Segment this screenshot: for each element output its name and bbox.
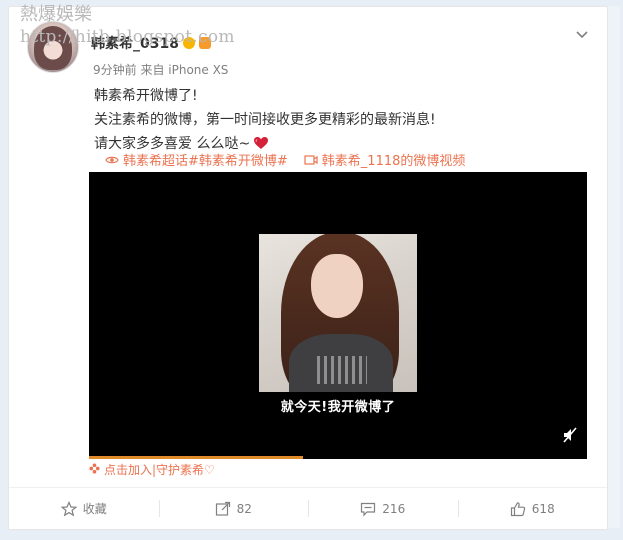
watermark-title: 熱爆娛樂 bbox=[20, 4, 92, 25]
video-poster bbox=[259, 234, 417, 392]
video-icon bbox=[304, 154, 318, 166]
like-count: 618 bbox=[531, 501, 555, 516]
comment-icon bbox=[360, 501, 376, 517]
join-text[interactable]: 点击加入|守护素希♡ bbox=[104, 461, 215, 478]
mute-icon[interactable] bbox=[562, 427, 578, 443]
comment-button[interactable]: 216 bbox=[308, 488, 458, 529]
favorite-button[interactable]: 收藏 bbox=[9, 488, 159, 529]
video-player[interactable]: 就今天!我开微博了 bbox=[89, 172, 587, 459]
post-line-2: 关注素希的微博，第一时间接收更多更精彩的最新消息! bbox=[94, 112, 436, 128]
topic-link[interactable]: 韩素希超话#韩素希开微博# bbox=[123, 150, 288, 169]
eye-icon bbox=[105, 155, 119, 165]
video-subtitle: 就今天!我开微博了 bbox=[280, 400, 396, 415]
comment-count: 216 bbox=[382, 501, 406, 516]
post-actions: 收藏 82 216 618 bbox=[9, 487, 607, 529]
star-icon bbox=[60, 500, 77, 517]
flower-icon bbox=[89, 462, 100, 477]
chevron-down-icon[interactable] bbox=[575, 27, 589, 41]
scrollbar[interactable] bbox=[608, 6, 620, 528]
watermark-url: http://hitb.blogspot.com bbox=[20, 27, 235, 47]
like-button[interactable]: 618 bbox=[457, 488, 608, 529]
repost-count: 82 bbox=[236, 501, 252, 516]
video-link[interactable]: 韩素希_1118的微博视频 bbox=[322, 150, 466, 169]
post-line-1: 韩素希开微博了! bbox=[94, 88, 198, 104]
video-progress-bar[interactable] bbox=[89, 456, 304, 459]
favorite-label: 收藏 bbox=[82, 502, 107, 516]
repost-icon bbox=[215, 501, 231, 517]
watermark: 熱爆娛樂 http://hitb.blogspot.com bbox=[20, 4, 235, 48]
weibo-post-card: 韩素希_0318 9分钟前 来自 iPhone XS 韩素希开微博了! 关注素希… bbox=[8, 6, 608, 530]
repost-button[interactable]: 82 bbox=[158, 488, 309, 529]
post-text: 韩素希开微博了! 关注素希的微博，第一时间接收更多更精彩的最新消息! 请大家多多… bbox=[94, 84, 436, 158]
post-meta: 9分钟前 来自 iPhone XS bbox=[93, 63, 229, 77]
like-icon bbox=[510, 501, 526, 517]
join-supergroup[interactable]: 点击加入|守护素希♡ bbox=[89, 461, 215, 478]
post-links: 韩素希超话#韩素希开微博# 韩素希_1118的微博视频 bbox=[105, 150, 465, 169]
